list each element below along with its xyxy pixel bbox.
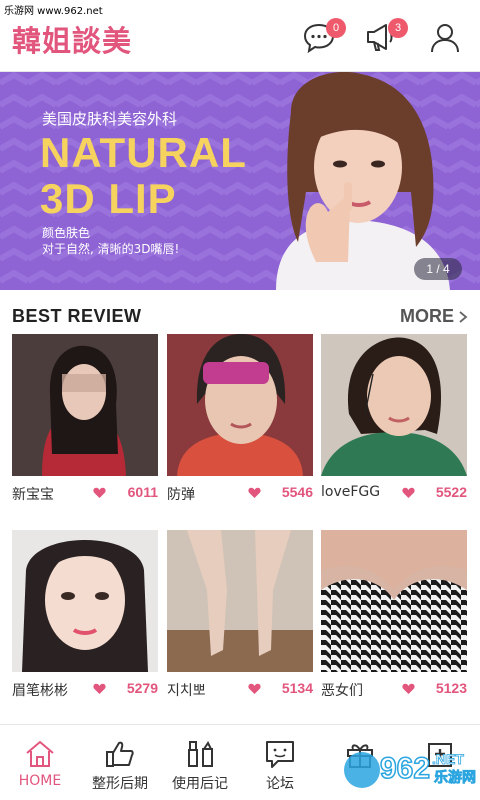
review-card[interactable]: 眉笔彬彬 5279 bbox=[12, 530, 158, 710]
like-count: 6011 bbox=[127, 484, 158, 500]
tab-label: 整形后期 bbox=[92, 776, 148, 792]
review-photo bbox=[12, 334, 158, 476]
like-count: 5279 bbox=[126, 680, 158, 696]
banner-pager: 1 / 4 bbox=[414, 258, 462, 280]
reviewer-name: 지치뽀 bbox=[167, 683, 206, 699]
banner-title: NATURAL 3D LIP bbox=[40, 130, 247, 222]
heart-icon bbox=[93, 487, 106, 498]
tab-reviews[interactable]: 使用后记 bbox=[160, 725, 240, 800]
tab-label: HOME bbox=[18, 773, 62, 789]
banner-subtitle: 美国皮肤科美容外科 bbox=[42, 110, 178, 128]
tab-home[interactable]: HOME bbox=[0, 725, 80, 800]
chat-badge: 0 bbox=[326, 18, 346, 38]
like-count: 5546 bbox=[281, 484, 313, 500]
review-photo bbox=[167, 530, 313, 672]
heart-icon bbox=[93, 683, 106, 694]
like-count: 5123 bbox=[435, 680, 467, 696]
heart-icon bbox=[402, 487, 415, 498]
reviewer-name: 防弹 bbox=[167, 487, 195, 503]
review-photo bbox=[321, 334, 467, 476]
home-icon bbox=[26, 740, 54, 767]
banner-desc-line2: 对于自然, 清晰的3D嘴唇! bbox=[42, 242, 180, 256]
chevron-right-icon[interactable] bbox=[458, 310, 468, 324]
heart-icon bbox=[248, 487, 261, 498]
app-logo[interactable]: 韓姐談美 bbox=[12, 18, 132, 60]
like-count: 5522 bbox=[435, 484, 467, 500]
review-photo bbox=[167, 334, 313, 476]
more-link[interactable]: MORE bbox=[400, 306, 454, 327]
watermark-top-text: 乐游网 www.962.net bbox=[4, 6, 103, 17]
review-card[interactable]: 防弹 5546 bbox=[167, 334, 313, 514]
thumbs-up-icon bbox=[106, 741, 134, 767]
tab-label: 论坛 bbox=[266, 776, 294, 792]
notice-badge: 3 bbox=[388, 18, 408, 38]
watermark-logo-text2: .NET bbox=[432, 751, 464, 767]
heart-icon bbox=[402, 683, 415, 694]
banner-title-line1: NATURAL bbox=[40, 129, 247, 176]
review-card[interactable]: 지치뽀 5134 bbox=[167, 530, 313, 710]
tab-post-surgery[interactable]: 整形后期 bbox=[80, 725, 160, 800]
reviewer-name: 眉笔彬彬 bbox=[12, 683, 68, 699]
watermark-logo-text3: 乐游网 bbox=[434, 769, 476, 786]
user-icon[interactable] bbox=[428, 20, 462, 54]
banner-title-line2: 3D LIP bbox=[40, 175, 177, 222]
review-card[interactable]: 恶女们 5123 bbox=[321, 530, 467, 710]
watermark-logo: 962 .NET 乐游网 bbox=[344, 751, 476, 788]
reviewer-name: loveFGG bbox=[321, 484, 381, 500]
best-review-header: BEST REVIEW MORE bbox=[0, 300, 480, 334]
reviewer-name: 新宝宝 bbox=[12, 487, 54, 503]
watermark-logo-text1: 962 bbox=[380, 752, 430, 785]
review-photo bbox=[321, 530, 467, 672]
cosmetics-icon bbox=[188, 741, 213, 767]
tab-label: 使用后记 bbox=[172, 776, 228, 792]
section-title: BEST REVIEW bbox=[12, 306, 142, 326]
banner-desc-line1: 颜色肤色 bbox=[42, 226, 91, 240]
review-card[interactable]: loveFGG 5522 bbox=[321, 334, 467, 514]
promo-banner[interactable]: 美国皮肤科美容外科 NATURAL 3D LIP 颜色肤色 对于自然, 清晰的3… bbox=[0, 72, 480, 290]
like-count: 5134 bbox=[281, 680, 313, 696]
heart-icon bbox=[248, 683, 261, 694]
tab-forum[interactable]: 论坛 bbox=[240, 725, 320, 800]
chat-bubble-icon bbox=[266, 741, 294, 768]
review-card[interactable]: 新宝宝 6011 bbox=[12, 334, 158, 514]
review-photo bbox=[12, 530, 158, 672]
reviewer-name: 恶女们 bbox=[321, 683, 363, 699]
